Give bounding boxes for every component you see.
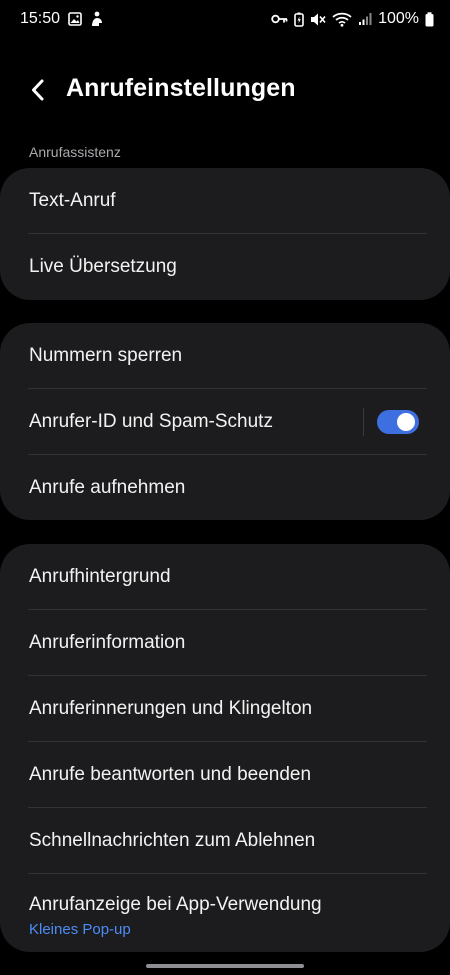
settings-card-call-assist: Text-Anruf Live Übersetzung [0,168,450,300]
battery-percentage: 100% [378,10,419,27]
toggle-separator [363,408,364,436]
setting-label: Anrufhintergrund [29,566,171,587]
setting-label: Anrufanzeige bei App-Verwendung [29,894,322,915]
signal-icon [358,12,372,26]
setting-sub-value: Kleines Pop-up [29,921,131,938]
setting-label: Anruferinformation [29,632,186,653]
setting-call-display-in-apps[interactable]: Anrufanzeige bei App-Verwendung Kleines … [0,874,450,952]
setting-answer-end-calls[interactable]: Anrufe beantworten und beenden [0,742,450,808]
home-indicator[interactable] [146,964,304,968]
key-icon [271,13,288,25]
app-header: Anrufeinstellungen [0,60,450,118]
setting-quick-decline-messages[interactable]: Schnellnachrichten zum Ablehnen [0,808,450,874]
setting-text-call[interactable]: Text-Anruf [0,168,450,234]
setting-reminders-ringtone[interactable]: Anruferinnerungen und Klingelton [0,676,450,742]
setting-caller-info[interactable]: Anruferinformation [0,610,450,676]
setting-label: Anrufer-ID und Spam-Schutz [29,411,273,432]
setting-call-background[interactable]: Anrufhintergrund [0,544,450,610]
section-label-call-assist: Anrufassistenz [29,144,121,160]
setting-caller-id-spam[interactable]: Anrufer-ID und Spam-Schutz [0,389,450,455]
setting-label: Live Übersetzung [29,256,177,277]
chevron-left-icon [30,78,46,102]
status-bar: 15:50 100% [0,0,450,40]
battery-icon [425,11,434,27]
mute-icon [310,12,326,27]
setting-label: Schnellnachrichten zum Ablehnen [29,830,316,851]
settings-card-protection: Nummern sperren Anrufer-ID und Spam-Schu… [0,323,450,520]
setting-label: Anruferinnerungen und Klingelton [29,698,313,719]
settings-card-call-options: Anrufhintergrund Anruferinformation Anru… [0,544,450,952]
setting-live-translate[interactable]: Live Übersetzung [0,234,450,300]
gallery-notification-icon [68,12,82,26]
assistant-notification-icon [90,11,104,27]
battery-saver-icon [294,12,304,27]
back-button[interactable] [22,74,54,106]
wifi-icon [332,12,352,27]
setting-label: Text-Anruf [29,190,116,211]
setting-label: Nummern sperren [29,345,183,366]
status-time: 15:50 [20,10,61,27]
toggle-knob [397,413,415,431]
caller-id-spam-toggle[interactable] [377,410,419,434]
setting-block-numbers[interactable]: Nummern sperren [0,323,450,389]
setting-label: Anrufe beantworten und beenden [29,764,312,785]
page-title: Anrufeinstellungen [66,74,296,102]
setting-record-calls[interactable]: Anrufe aufnehmen [0,455,450,520]
setting-label: Anrufe aufnehmen [29,477,186,498]
